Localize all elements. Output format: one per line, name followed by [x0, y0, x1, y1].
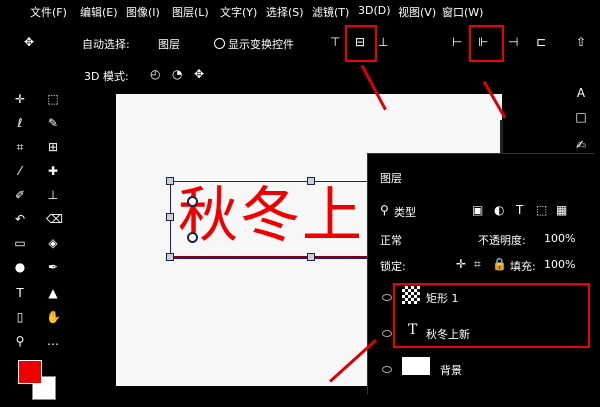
blend-mode-dropdown[interactable]: 正常 [380, 232, 402, 248]
layer-name[interactable]: 背景 [440, 362, 462, 378]
pen-tool-icon[interactable]: ✒ [46, 260, 60, 274]
path-select-tool-icon[interactable]: ▲ [46, 286, 60, 300]
menu-window[interactable]: 窗口(W) [442, 4, 483, 20]
ai-icon[interactable]: A [574, 86, 588, 100]
upload-icon[interactable]: ⇧ [576, 36, 586, 48]
fill-value[interactable]: 100% [544, 258, 575, 271]
menu-edit[interactable]: 编辑(E) [80, 4, 118, 20]
auto-select-label[interactable]: 自动选择: [82, 36, 130, 52]
transform-handle-bottom-middle[interactable] [307, 253, 315, 261]
transform-handle-top-middle[interactable] [307, 177, 315, 185]
highlight-horizontal-align [469, 25, 504, 62]
stamp-tool-icon[interactable]: ⊥ [46, 188, 60, 202]
3d-pan-icon[interactable]: ✥ [194, 68, 204, 80]
layers-panel: 图层 ⚲ 类型 ▣ ◐ T ⬚ ▦ 正常 不透明度: 100% 锁定: ✛ ⌗ … [367, 153, 594, 394]
eraser-tool-icon[interactable]: ⌫ [46, 212, 63, 226]
opacity-value[interactable]: 100% [544, 232, 575, 245]
filter-search-icon[interactable]: ⚲ [380, 204, 389, 216]
slice-tool-icon[interactable]: ⊞ [46, 140, 60, 154]
filter-kind-label[interactable]: 类型 [394, 204, 416, 220]
brush-tool-icon[interactable]: ✐ [13, 188, 27, 202]
anchor-point-icon[interactable] [187, 232, 198, 243]
dodge-tool-icon[interactable]: ● [13, 260, 27, 274]
layers-panel-title[interactable]: 图层 [380, 170, 402, 186]
zoom-tool-icon[interactable]: ⚲ [13, 334, 27, 348]
visibility-eye-icon[interactable] [382, 294, 392, 301]
lasso-tool-icon[interactable]: ℓ [13, 116, 27, 130]
crop-tool-icon[interactable]: ⌗ [13, 140, 27, 154]
visibility-eye-icon[interactable] [382, 330, 392, 337]
transform-controls-checkbox[interactable] [214, 38, 225, 49]
options-bar: ✥ 自动选择: 图层 显示变换控件 ⊤ ⊟ ⊥ ⊢ ⊩ ⊣ ⊏ ⇧ [0, 26, 600, 60]
fill-label: 填充: [510, 260, 536, 273]
align-top-icon[interactable]: ⊤ [330, 36, 340, 48]
layer-select-dropdown[interactable]: 图层 [158, 36, 180, 52]
transform-handle-middle-left[interactable] [166, 213, 174, 221]
menu-image[interactable]: 图像(I) [126, 4, 160, 20]
filter-pixel-icon[interactable]: ▣ [472, 204, 483, 216]
visibility-eye-icon[interactable] [382, 366, 392, 373]
eyedropper-tool-icon[interactable]: ⁄ [13, 164, 27, 178]
filter-shape-icon[interactable]: ⬚ [536, 204, 547, 216]
align-left-icon[interactable]: ⊢ [452, 36, 462, 48]
marquee-tool-icon[interactable]: ⬚ [46, 92, 60, 106]
artboard-icon[interactable]: □ [574, 110, 588, 124]
transform-bounding-box[interactable] [170, 181, 372, 259]
highlight-layers [393, 283, 590, 348]
align-bottom-icon[interactable]: ⊥ [378, 36, 388, 48]
foreground-color-swatch[interactable] [18, 360, 42, 384]
menu-3d[interactable]: 3D(D) [358, 4, 391, 17]
quick-select-tool-icon[interactable]: ✎ [46, 116, 60, 130]
3d-roll-icon[interactable]: ◔ [172, 68, 182, 80]
blur-tool-icon[interactable]: ◈ [46, 236, 60, 250]
menu-file[interactable]: 文件(F) [30, 4, 67, 20]
highlight-vertical-align [345, 25, 377, 62]
menu-type[interactable]: 文字(Y) [220, 4, 257, 20]
gradient-tool-icon[interactable]: ▭ [13, 236, 27, 250]
transform-handle-top-left[interactable] [166, 177, 174, 185]
transform-controls-label: 显示变换控件 [228, 38, 294, 51]
menu-select[interactable]: 选择(S) [266, 4, 304, 20]
menu-view[interactable]: 视图(V) [398, 4, 436, 20]
distribute-icon[interactable]: ⊏ [536, 36, 546, 48]
hand-tool-icon[interactable]: ✋ [46, 310, 61, 324]
canvas-edge [500, 120, 503, 154]
menu-layer[interactable]: 图层(L) [172, 4, 209, 20]
type-tool-icon[interactable]: T [13, 286, 27, 300]
background-layer-thumbnail [402, 357, 430, 375]
filter-type-icon[interactable]: T [516, 204, 523, 216]
lock-position-icon[interactable]: ✛ [456, 258, 466, 270]
more-tools-icon[interactable]: … [46, 334, 60, 348]
opacity-label: 不透明度: [478, 234, 526, 247]
3d-rotate-icon[interactable]: ◴ [150, 68, 160, 80]
text-underline [170, 256, 370, 258]
3d-mode-label: 3D 模式: [84, 70, 129, 83]
align-right-icon[interactable]: ⊣ [508, 36, 518, 48]
anchor-point-icon[interactable] [187, 196, 198, 207]
lock-all-icon[interactable]: 🔒 [492, 258, 507, 270]
move-tool-icon[interactable]: ✥ [24, 36, 34, 48]
move-tool-icon[interactable]: ✛ [13, 92, 27, 106]
history-brush-tool-icon[interactable]: ↶ [13, 212, 27, 226]
lock-artboard-icon[interactable]: ⌗ [474, 258, 481, 270]
transform-handle-bottom-left[interactable] [166, 253, 174, 261]
brush-settings-icon[interactable]: ✍ [574, 138, 588, 152]
healing-brush-tool-icon[interactable]: ✚ [46, 164, 60, 178]
menu-filter[interactable]: 滤镜(T) [312, 4, 349, 20]
shape-tool-icon[interactable]: ▯ [13, 310, 27, 324]
menu-bar: 文件(F) 编辑(E) 图像(I) 图层(L) 文字(Y) 选择(S) 滤镜(T… [0, 0, 600, 24]
filter-adjustment-icon[interactable]: ◐ [494, 204, 504, 216]
filter-smart-icon[interactable]: ▦ [556, 204, 567, 216]
lock-label: 锁定: [380, 260, 406, 273]
